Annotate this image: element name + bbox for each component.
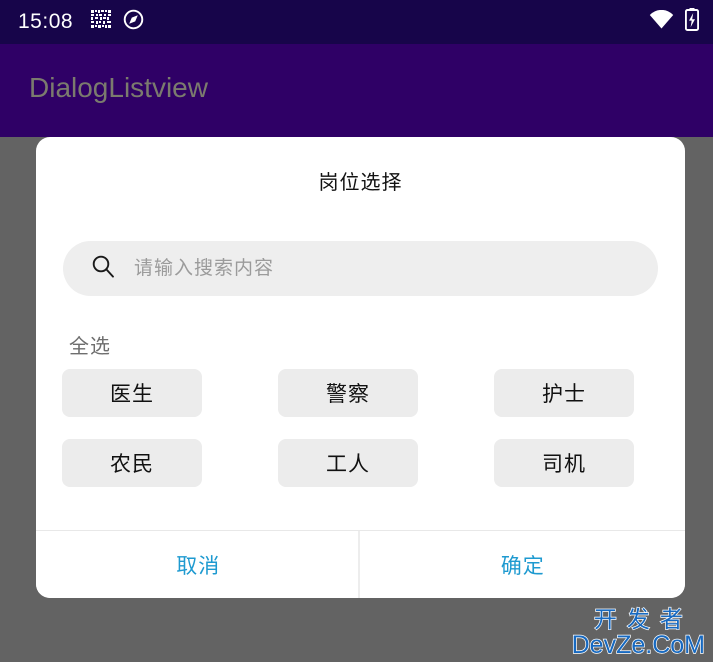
navigation-circle-icon [123, 9, 144, 35]
job-chip[interactable]: 农民 [62, 439, 202, 487]
battery-charging-icon [684, 8, 700, 36]
status-bar: 15:08 [0, 0, 713, 44]
status-bar-right-icons [649, 8, 700, 36]
job-chip-grid: 医生 警察 护士 农民 工人 司机 [62, 369, 662, 487]
confirm-button[interactable]: 确定 [360, 531, 685, 598]
status-bar-clock: 15:08 [18, 10, 74, 33]
dialog-footer: 取消 确定 [36, 531, 685, 598]
select-all-label[interactable]: 全选 [69, 330, 111, 359]
job-chip[interactable]: 警察 [278, 369, 418, 417]
app-title: DialogListview [29, 72, 208, 103]
job-chip[interactable]: 司机 [494, 439, 634, 487]
job-chip[interactable]: 护士 [494, 369, 634, 417]
job-selection-dialog: 岗位选择 全选 医生 警察 护士 农民 工人 司机 取消 确定 [36, 137, 685, 598]
qr-code-icon [91, 9, 112, 35]
dialog-title: 岗位选择 [318, 172, 403, 194]
job-chip[interactable]: 工人 [278, 439, 418, 487]
status-bar-left-icons [91, 9, 144, 35]
footer-vertical-divider [358, 531, 360, 598]
wifi-icon [649, 9, 674, 34]
search-input[interactable] [134, 257, 614, 280]
search-field[interactable] [63, 241, 658, 296]
job-chip[interactable]: 医生 [62, 369, 202, 417]
cancel-button[interactable]: 取消 [36, 531, 361, 598]
search-icon [90, 253, 116, 284]
app-bar: DialogListview [0, 44, 713, 137]
